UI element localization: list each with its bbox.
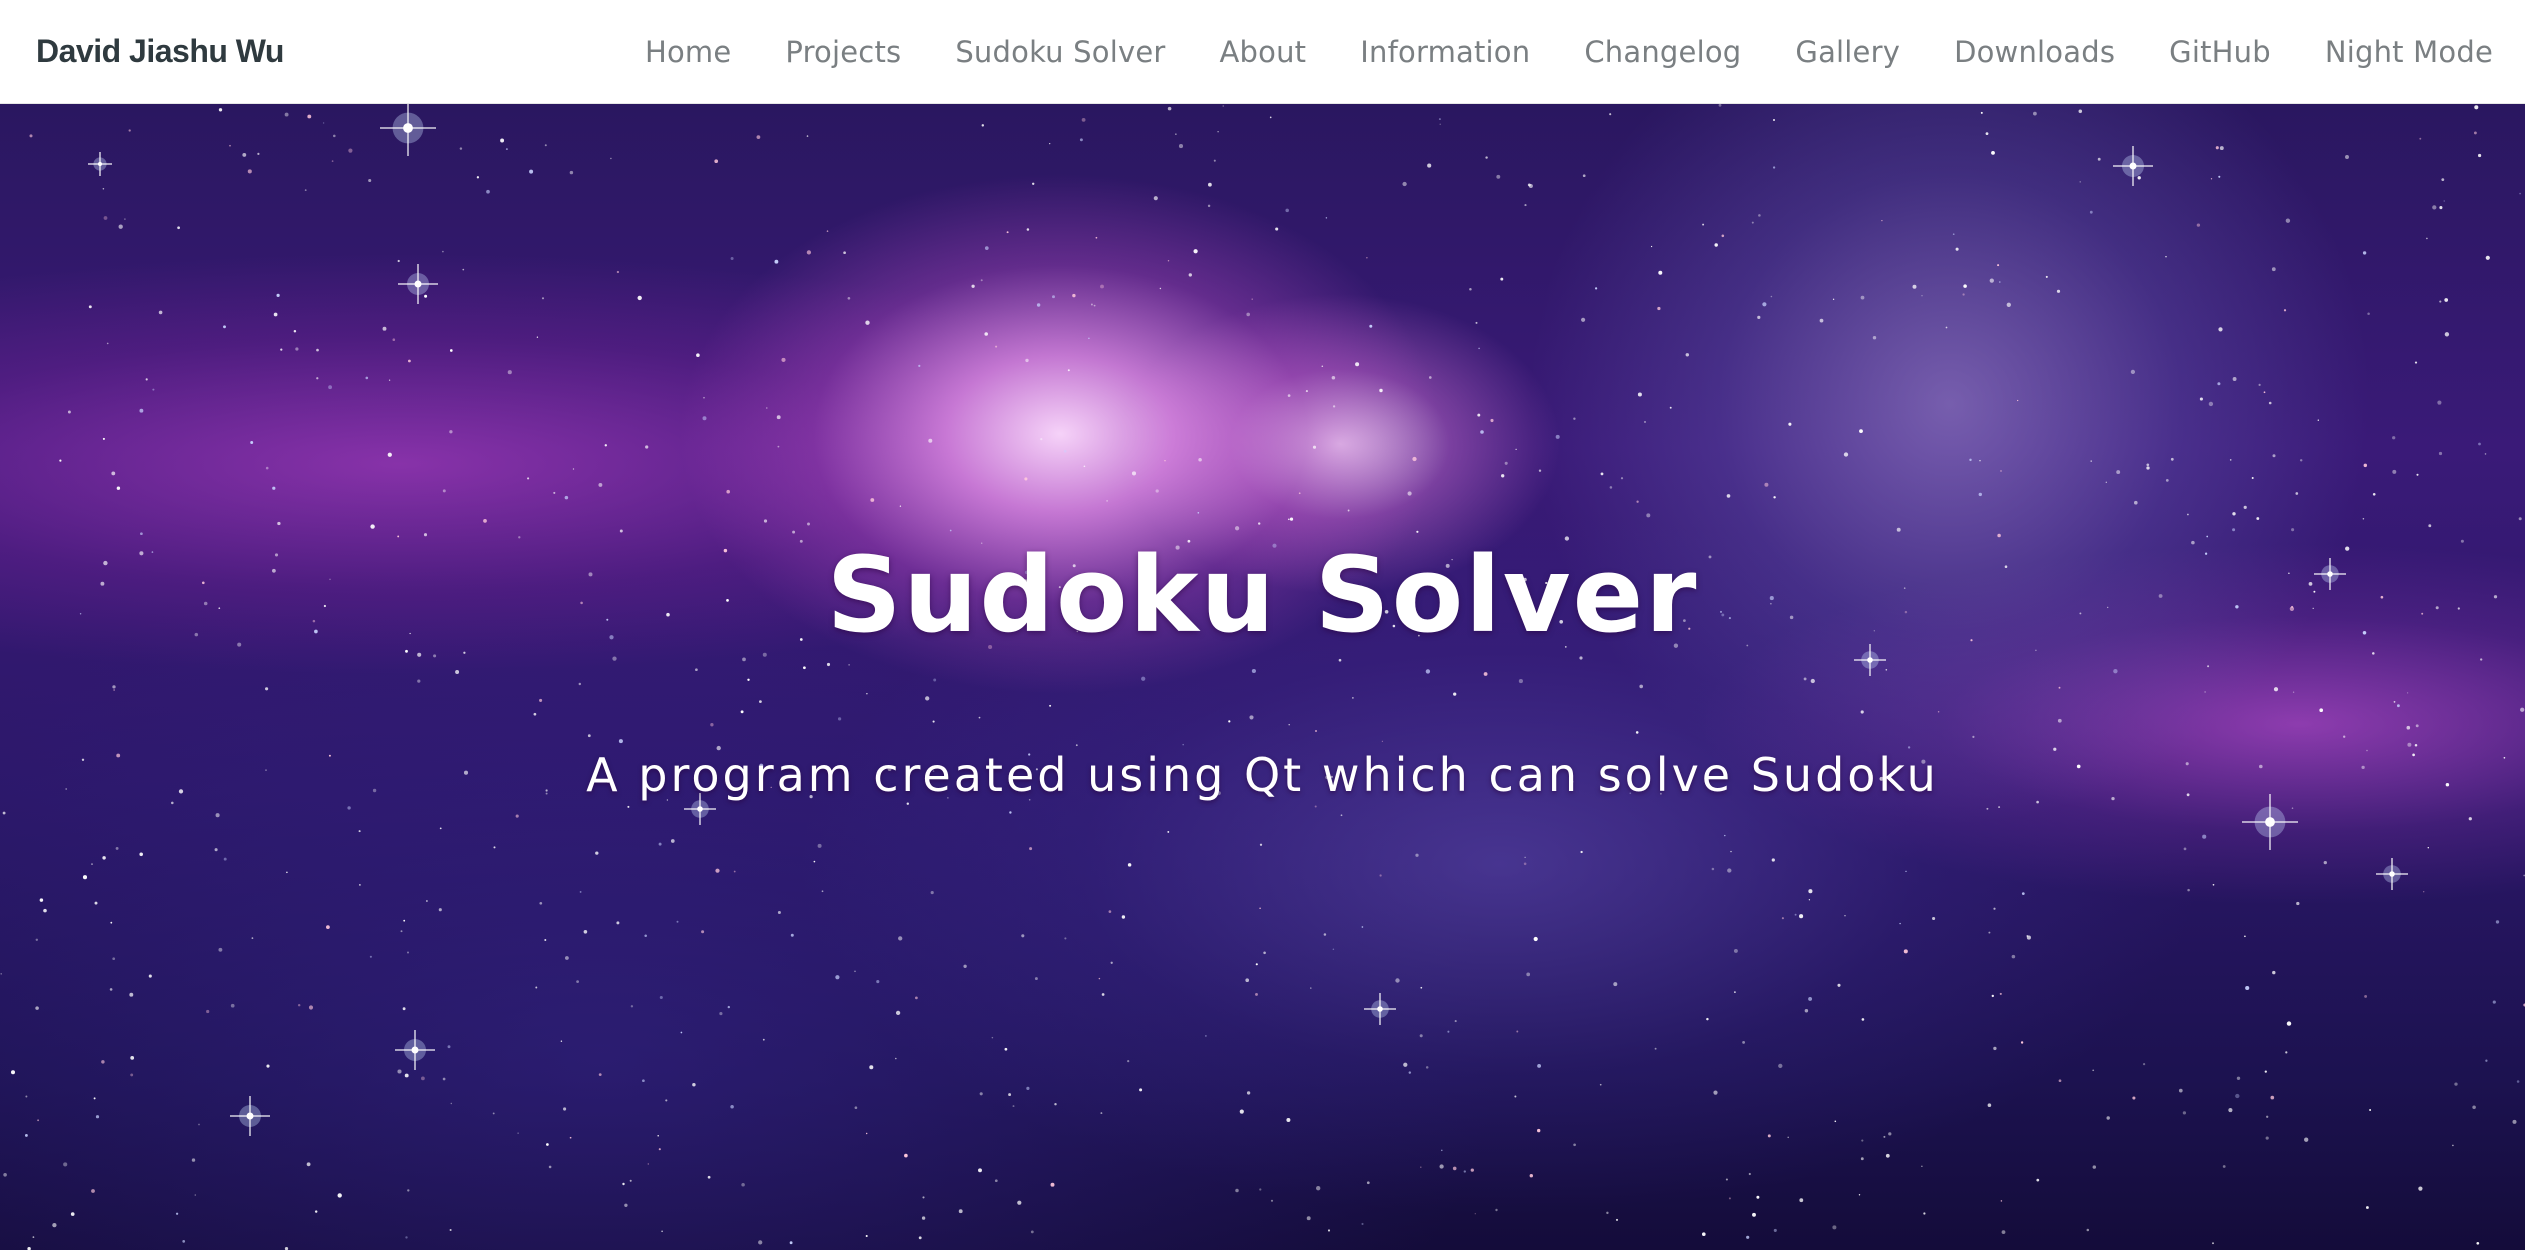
nav-item-night-mode: Night Mode: [2325, 35, 2493, 69]
nav-link-information[interactable]: Information: [1360, 35, 1530, 69]
nav-item-gallery: Gallery: [1795, 35, 1900, 69]
top-navbar: David Jiashu Wu Home Projects Sudoku Sol…: [0, 0, 2525, 104]
hero-subtitle: A program created using Qt which can sol…: [586, 747, 1939, 802]
night-mode-toggle[interactable]: Night Mode: [2325, 35, 2493, 69]
nav-link-downloads[interactable]: Downloads: [1954, 35, 2115, 69]
hero-banner: Sudoku Solver A program created using Qt…: [0, 104, 2525, 1250]
nav-link-projects[interactable]: Projects: [785, 35, 901, 69]
nav-item-downloads: Downloads: [1954, 35, 2115, 69]
nav-item-information: Information: [1360, 35, 1530, 69]
nav-link-gallery[interactable]: Gallery: [1795, 35, 1900, 69]
nav-link-about[interactable]: About: [1220, 35, 1307, 69]
nav-link-changelog[interactable]: Changelog: [1584, 35, 1741, 69]
nav-item-sudoku-solver: Sudoku Solver: [955, 35, 1165, 69]
nav-link-sudoku-solver[interactable]: Sudoku Solver: [955, 35, 1165, 69]
site-brand-link[interactable]: David Jiashu Wu: [36, 33, 284, 70]
nav-item-about: About: [1220, 35, 1307, 69]
nav-link-home[interactable]: Home: [645, 35, 731, 69]
nav-item-github: GitHub: [2169, 35, 2271, 69]
hero-title: Sudoku Solver: [826, 534, 1699, 656]
galaxy-background-image: [0, 104, 2525, 1250]
nav-item-home: Home: [645, 35, 731, 69]
hero-content: Sudoku Solver A program created using Qt…: [0, 104, 2525, 1250]
nav-menu: Home Projects Sudoku Solver About Inform…: [645, 35, 2493, 69]
nav-item-changelog: Changelog: [1584, 35, 1741, 69]
nav-item-projects: Projects: [785, 35, 901, 69]
nav-link-github[interactable]: GitHub: [2169, 35, 2271, 69]
